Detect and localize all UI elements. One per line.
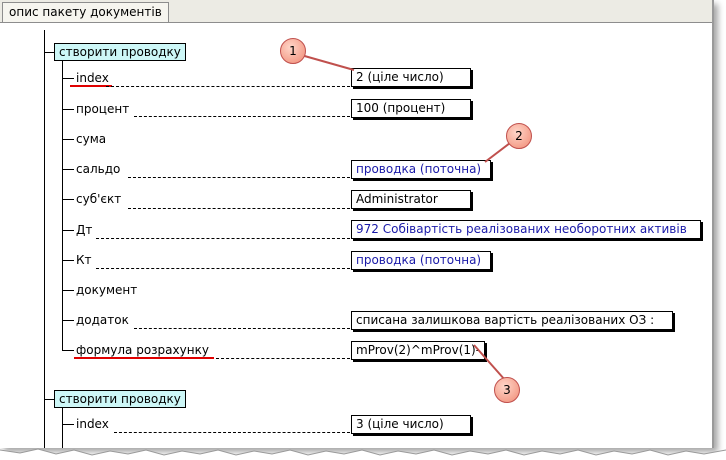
field-value-formula[interactable]: mProv(2)^mProv(1)- [351, 341, 485, 360]
tree-branch [62, 109, 74, 110]
tree-spine [44, 30, 45, 448]
tree-branch [44, 52, 54, 53]
tree-branch [62, 78, 74, 79]
red-underline [74, 357, 214, 359]
node-create-entry[interactable]: створити проводку [54, 43, 186, 61]
tree-branch [62, 260, 74, 261]
tab-bar: опис пакету документів [0, 0, 712, 23]
tree-branch [62, 169, 74, 170]
field-value-index[interactable]: 2 (ціле число) [351, 68, 471, 87]
field-value-credit[interactable]: проводка (поточна) [351, 251, 491, 270]
leader-line [216, 358, 350, 359]
tree-branch [62, 350, 74, 351]
leader-line [128, 177, 350, 178]
field-label-index: index [76, 71, 109, 85]
leader-line [134, 116, 350, 117]
field-label-index-2: index [76, 417, 109, 431]
callout-3: 3 [494, 377, 520, 403]
field-label-subject: суб'єкт [76, 192, 122, 206]
field-value-debit[interactable]: 972 Собівартість реалізованих необоротни… [351, 220, 701, 239]
field-value-subject[interactable]: Administrator [351, 190, 471, 209]
field-label-percent: процент [76, 102, 130, 116]
field-label-formula: формула розрахунку [76, 343, 209, 357]
field-label-credit: Кт [76, 253, 92, 267]
tree-branch [62, 424, 74, 425]
tree-branch [62, 320, 74, 321]
field-label-balance: сальдо [76, 162, 121, 176]
callout-2: 2 [506, 123, 532, 149]
field-label-attachment: додаток [76, 313, 129, 327]
leader-line [96, 238, 350, 239]
tree-view: створити проводку index 2 (ціле число) п… [0, 22, 712, 448]
field-label-sum: сума [76, 132, 107, 146]
tree-branch [62, 230, 74, 231]
tree-branch [62, 290, 74, 291]
tree-child-spine [62, 60, 63, 350]
node-create-entry-2[interactable]: створити проводку [54, 390, 186, 408]
leader-line [134, 328, 350, 329]
tab-package-description[interactable]: опис пакету документів [2, 2, 169, 22]
leader-line [106, 86, 350, 87]
field-value-index-2[interactable]: 3 (ціле число) [351, 415, 471, 434]
leader-line [114, 432, 350, 433]
window-frame: опис пакету документів створити проводку… [0, 0, 714, 448]
field-value-balance[interactable]: проводка (поточна) [351, 160, 491, 179]
field-label-debit: Дт [76, 223, 93, 237]
tree-branch [62, 199, 74, 200]
tree-branch [44, 399, 54, 400]
torn-edge [0, 448, 726, 460]
field-value-attachment[interactable]: списана залишкова вартість реалізованих … [351, 311, 673, 330]
field-value-percent[interactable]: 100 (процент) [351, 99, 471, 118]
leader-line [96, 268, 350, 269]
tree-branch [62, 139, 74, 140]
leader-line [128, 208, 350, 209]
field-label-document: документ [76, 283, 138, 297]
tree-child-spine [62, 407, 63, 448]
callout-1: 1 [280, 38, 306, 64]
